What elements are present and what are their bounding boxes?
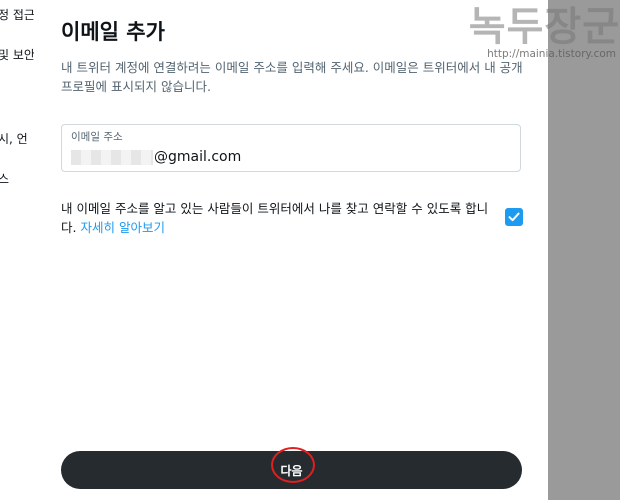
email-field-label: 이메일 주소 — [71, 131, 123, 143]
bg-text-line: 스 — [0, 172, 10, 186]
bg-text-line: 시, 언 — [0, 132, 28, 146]
discoverability-text: 내 이메일 주소를 알고 있는 사람들이 트위터에서 나를 찾고 연락할 수 있… — [61, 199, 491, 237]
email-domain-text: @gmail.com — [154, 149, 242, 165]
dialog-description: 내 트위터 계정에 연결하려는 이메일 주소를 입력해 주세요. 이메일은 트위… — [61, 60, 523, 94]
redacted-mask — [71, 149, 153, 165]
learn-more-link[interactable]: 자세히 알아보기 — [80, 220, 164, 235]
bg-text-line: 정 접근 — [0, 8, 34, 22]
email-field-value[interactable]: @gmail.com — [71, 149, 241, 165]
bg-text-line: 및 보안 — [0, 48, 34, 62]
email-field[interactable]: 이메일 주소 @gmail.com — [61, 124, 521, 172]
background-settings-strip: 정 접근 및 보안 시, 언 스 — [0, 0, 34, 500]
add-email-dialog: 이메일 추가 내 트위터 계정에 연결하려는 이메일 주소를 입력해 주세요. … — [34, 0, 548, 500]
next-button[interactable]: 다음 — [61, 451, 522, 489]
checkmark-icon — [508, 212, 520, 222]
discoverability-checkbox[interactable] — [505, 208, 523, 226]
dialog-title: 이메일 추가 — [61, 20, 165, 44]
